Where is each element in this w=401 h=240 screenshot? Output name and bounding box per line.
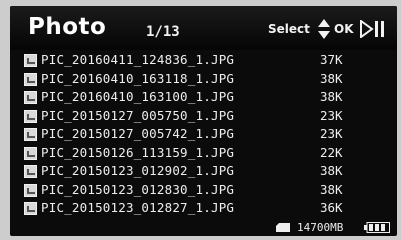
file-size: 38K: [320, 163, 343, 178]
file-size: 23K: [320, 107, 343, 123]
file-size: 23K: [320, 126, 343, 141]
image-file-icon: [24, 146, 37, 160]
image-file-icon: [24, 72, 37, 86]
page-counter: 1/13: [146, 24, 180, 40]
file-size: 38K: [320, 70, 343, 86]
file-size: 38K: [320, 181, 343, 197]
status-bar: 14700MB: [10, 220, 397, 236]
file-name: PIC_20150127_005742_1.JPG: [41, 126, 235, 141]
image-file-icon: [24, 109, 37, 123]
file-row[interactable]: PIC_20150123_012830_1.JPG 38K: [10, 182, 397, 199]
battery-icon: [364, 222, 390, 233]
file-name: PIC_20150123_012830_1.JPG: [41, 181, 235, 197]
file-row[interactable]: PIC_20160410_163100_1.JPG 38K: [10, 89, 397, 106]
file-size: 38K: [320, 89, 343, 104]
file-row[interactable]: PIC_20150127_005750_1.JPG 23K: [10, 108, 397, 125]
file-name: PIC_20150123_012902_1.JPG: [41, 163, 235, 178]
photo-browser-screen: Photo 1/13 Select OK PIC_20160411_124836…: [10, 6, 397, 236]
file-name: PIC_20160411_124836_1.JPG: [41, 52, 235, 67]
file-size: 37K: [320, 52, 343, 67]
file-size: 36K: [320, 200, 343, 215]
file-row[interactable]: PIC_20150126_113159_1.JPG 22K: [10, 145, 397, 162]
image-file-icon: [24, 165, 37, 178]
file-name: PIC_20160410_163100_1.JPG: [41, 89, 235, 104]
page-title: Photo: [28, 14, 107, 40]
file-name: PIC_20150126_113159_1.JPG: [41, 144, 235, 160]
file-name: PIC_20160410_163118_1.JPG: [41, 70, 235, 86]
file-row[interactable]: PIC_20160410_163118_1.JPG 38K: [10, 71, 397, 88]
up-down-arrows-icon[interactable]: [317, 19, 331, 39]
file-row[interactable]: PIC_20160411_124836_1.JPG 37K: [10, 52, 397, 69]
file-row[interactable]: PIC_20150123_012827_1.JPG 36K: [10, 200, 397, 217]
file-row[interactable]: PIC_20150123_012902_1.JPG 38K: [10, 163, 397, 180]
file-row[interactable]: PIC_20150127_005742_1.JPG 23K: [10, 126, 397, 143]
file-name: PIC_20150127_005750_1.JPG: [41, 107, 235, 123]
skip-forward-icon[interactable]: [360, 20, 386, 38]
file-name: PIC_20150123_012827_1.JPG: [41, 200, 235, 215]
select-hint: Select: [268, 22, 310, 36]
sd-card-icon: [276, 223, 290, 232]
image-file-icon: [24, 202, 37, 215]
file-size: 22K: [320, 144, 343, 160]
image-file-icon: [24, 54, 37, 67]
ok-button[interactable]: OK: [334, 22, 354, 36]
free-space-label: 14700MB: [297, 221, 344, 234]
image-file-icon: [24, 91, 37, 104]
image-file-icon: [24, 183, 37, 197]
header-bar: Photo 1/13 Select OK: [10, 6, 397, 50]
image-file-icon: [24, 128, 37, 141]
